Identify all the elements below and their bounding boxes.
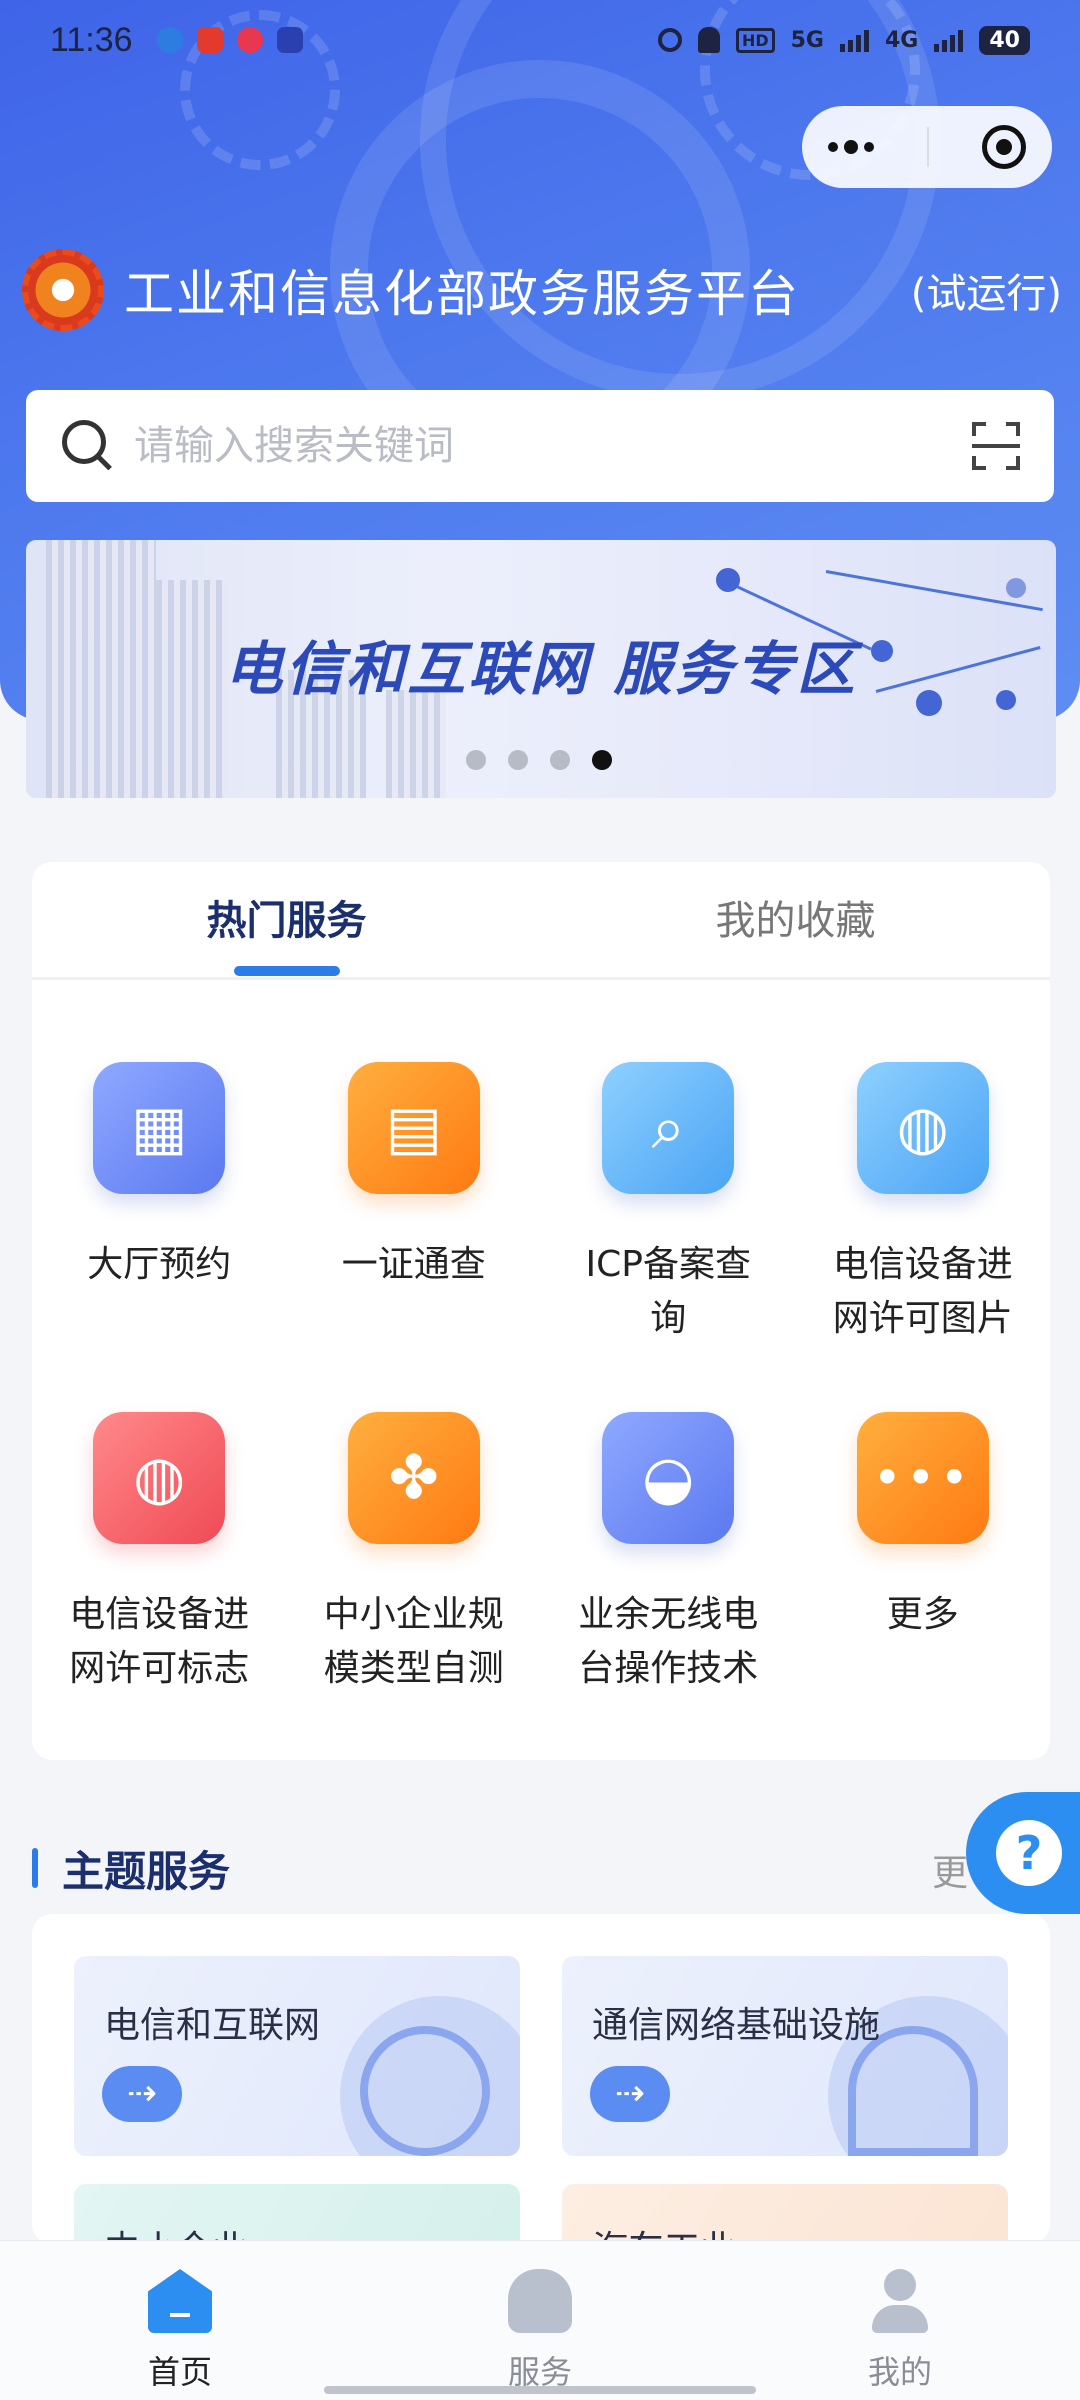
service-icp-query[interactable]: ⌕ ICP备案查询 bbox=[541, 1062, 796, 1352]
tab-hot-services[interactable]: 热门服务 bbox=[32, 862, 541, 977]
search-bar[interactable] bbox=[26, 390, 1054, 502]
help-button[interactable]: ? bbox=[966, 1792, 1080, 1914]
handshake-icon bbox=[508, 2269, 572, 2333]
service-label: 一证通查 bbox=[341, 1244, 486, 1285]
arrow-right-icon[interactable]: ⇢ bbox=[590, 2066, 670, 2122]
theme-card-sme[interactable]: 中小企业 bbox=[74, 2184, 520, 2244]
alarm-icon bbox=[657, 28, 682, 52]
globe-icon bbox=[360, 2026, 490, 2156]
status-time: 11:36 bbox=[50, 20, 133, 59]
nav-profile[interactable]: 我的 bbox=[720, 2241, 1080, 2400]
close-miniprogram-icon[interactable] bbox=[981, 125, 1026, 169]
theme-card-label: 电信和互联网 bbox=[104, 2005, 321, 2046]
service-device-license-image[interactable]: ◍ 电信设备进网许可图片 bbox=[796, 1062, 1051, 1352]
app-header: 工业和信息化部政务服务平台 (试运行) bbox=[22, 245, 1062, 335]
status-indicators: HD 5G 4G 40 bbox=[657, 25, 1030, 55]
more-link[interactable]: 更 bbox=[932, 1844, 968, 1896]
hd-icon: HD bbox=[735, 27, 775, 53]
service-label: 电信设备进网许可图片 bbox=[832, 1244, 1013, 1339]
service-label: 电信设备进网许可标志 bbox=[69, 1594, 250, 1689]
carousel-dot-active bbox=[592, 750, 612, 770]
promo-banner[interactable]: 电信和互联网 服务专区 bbox=[26, 540, 1056, 798]
more-options-icon[interactable] bbox=[828, 140, 875, 154]
app-notification-icon bbox=[276, 27, 303, 53]
carousel-indicator bbox=[466, 750, 612, 770]
section-title: 主题服务 bbox=[62, 1846, 231, 1896]
home-indicator bbox=[324, 2386, 756, 2394]
services-grid: ▦ 大厅预约 ▤ 一证通查 ⌕ ICP备案查询 ◍ 电信设备进网许可图片 ◍ 电… bbox=[32, 1062, 1050, 1702]
active-tab-indicator bbox=[234, 966, 340, 976]
signal-icon bbox=[840, 28, 869, 52]
service-label: 业余无线电台操作技术 bbox=[578, 1594, 759, 1689]
tab-my-favorites[interactable]: 我的收藏 bbox=[541, 862, 1050, 977]
service-hall-appointment[interactable]: ▦ 大厅预约 bbox=[32, 1062, 287, 1352]
service-more[interactable]: ••• 更多 bbox=[796, 1412, 1051, 1702]
network-5g: 5G bbox=[790, 27, 824, 53]
service-device-license-mark[interactable]: ◍ 电信设备进网许可标志 bbox=[32, 1412, 287, 1702]
nav-label: 首页 bbox=[147, 2353, 212, 2391]
calendar-icon: ▦ bbox=[93, 1062, 226, 1194]
user-icon bbox=[868, 2269, 932, 2333]
chart-grid-icon: ✤ bbox=[347, 1412, 480, 1544]
nav-services[interactable]: 服务 bbox=[360, 2241, 720, 2400]
search-document-icon: ⌕ bbox=[602, 1062, 735, 1194]
notification-icons bbox=[156, 27, 303, 53]
banner-title: 电信和互联网 服务专区 bbox=[224, 635, 858, 703]
theme-card-infrastructure[interactable]: 通信网络基础设施 ⇢ bbox=[562, 1956, 1008, 2156]
search-icon bbox=[60, 418, 116, 474]
arrow-right-icon[interactable]: ⇢ bbox=[102, 2066, 182, 2122]
network-4g: 4G bbox=[885, 27, 919, 53]
battery-indicator: 40 bbox=[979, 25, 1030, 55]
nav-label: 我的 bbox=[867, 2353, 932, 2391]
services-tabs: 热门服务 我的收藏 bbox=[32, 862, 1050, 980]
section-marker bbox=[32, 1848, 38, 1888]
app-notification-icon bbox=[196, 27, 223, 53]
home-icon bbox=[148, 2269, 212, 2333]
theme-services-card: 电信和互联网 ⇢ 通信网络基础设施 ⇢ 中小企业 汽车工业 bbox=[32, 1914, 1050, 2244]
globe-image-icon: ◍ bbox=[856, 1062, 989, 1194]
service-id-check[interactable]: ▤ 一证通查 bbox=[287, 1062, 542, 1352]
app-notification-icon bbox=[236, 27, 263, 53]
bottom-navigation: 首页 服务 我的 bbox=[0, 2240, 1080, 2400]
id-card-icon: ▤ bbox=[347, 1062, 480, 1194]
service-label: ICP备案查询 bbox=[585, 1244, 751, 1339]
help-icon: ? bbox=[996, 1820, 1062, 1886]
app-title: 工业和信息化部政务服务平台 bbox=[124, 265, 800, 323]
miniprogram-capsule bbox=[802, 106, 1052, 188]
app-notification-icon bbox=[156, 27, 183, 53]
services-card: 热门服务 我的收藏 ▦ 大厅预约 ▤ 一证通查 ⌕ ICP备案查询 ◍ 电信设备… bbox=[32, 862, 1050, 1760]
service-label: 更多 bbox=[886, 1594, 959, 1635]
service-label: 大厅预约 bbox=[87, 1244, 232, 1285]
satellite-dish-icon: ◒ bbox=[602, 1412, 735, 1544]
mute-icon bbox=[697, 27, 720, 53]
scan-icon[interactable] bbox=[972, 422, 1020, 470]
theme-section-header: 主题服务 更 bbox=[32, 1838, 1080, 1898]
theme-card-auto[interactable]: 汽车工业 bbox=[562, 2184, 1008, 2244]
more-icon: ••• bbox=[856, 1412, 989, 1544]
signal-icon bbox=[934, 28, 964, 52]
theme-card-telecom[interactable]: 电信和互联网 ⇢ bbox=[74, 1956, 520, 2156]
globe-badge-icon: ◍ bbox=[93, 1412, 226, 1544]
carousel-dot bbox=[508, 750, 528, 770]
service-amateur-radio[interactable]: ◒ 业余无线电台操作技术 bbox=[541, 1412, 796, 1702]
service-label: 中小企业规模类型自测 bbox=[323, 1594, 504, 1689]
carousel-dot bbox=[466, 750, 486, 770]
theme-card-label: 通信网络基础设施 bbox=[592, 2005, 881, 2046]
ministry-logo bbox=[22, 249, 104, 331]
capsule-divider bbox=[926, 127, 929, 167]
service-sme-self-test[interactable]: ✤ 中小企业规模类型自测 bbox=[287, 1412, 542, 1702]
status-bar: 11:36 HD 5G 4G 40 bbox=[0, 0, 1080, 80]
search-input[interactable] bbox=[134, 423, 972, 469]
nav-home[interactable]: 首页 bbox=[0, 2241, 360, 2400]
carousel-dot bbox=[550, 750, 570, 770]
app-subtitle: (试运行) bbox=[910, 271, 1062, 317]
